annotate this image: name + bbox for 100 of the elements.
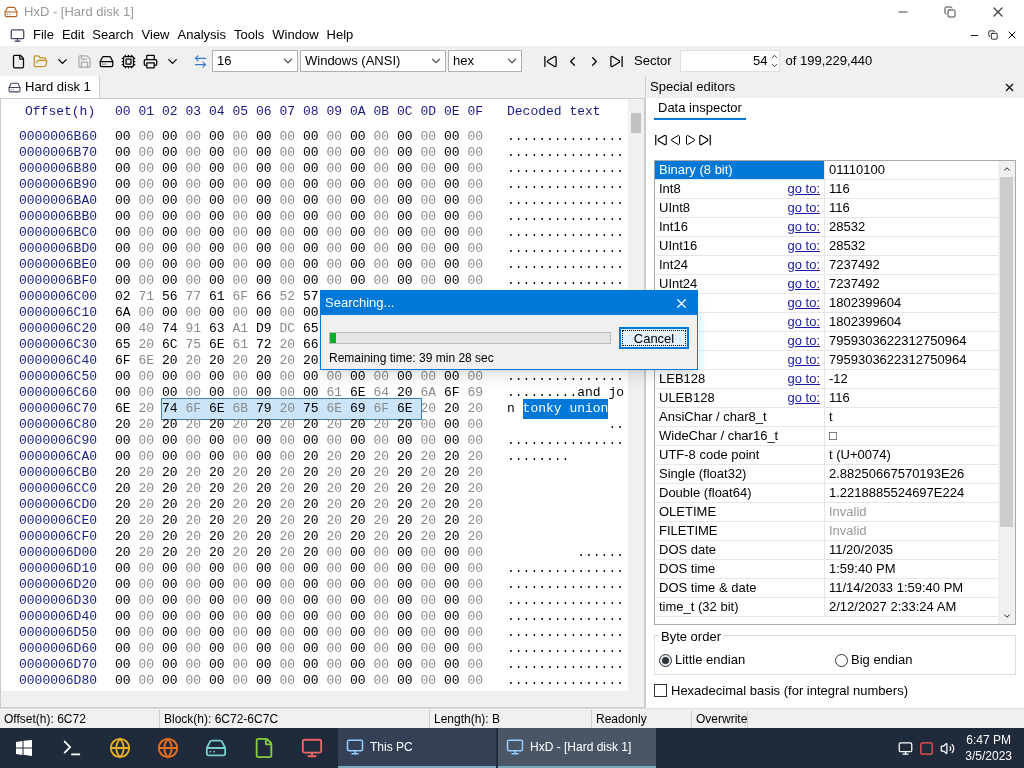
field-value: 11/20/2035 xyxy=(828,541,894,560)
decoded-text: ............... xyxy=(507,208,625,227)
decoded-text: ............... xyxy=(507,656,625,675)
scroll-up-icon[interactable] xyxy=(1001,164,1012,174)
menu-item[interactable]: Search xyxy=(88,25,138,45)
menu-item[interactable]: Edit xyxy=(57,25,89,45)
cancel-button[interactable]: Cancel xyxy=(619,327,689,349)
column-header: 08 xyxy=(303,103,320,122)
document-tab[interactable]: Hard disk 1 xyxy=(0,76,100,98)
menu-item[interactable]: View xyxy=(137,25,174,45)
menu-item[interactable]: Analysis xyxy=(173,25,230,45)
tray-icon[interactable] xyxy=(898,740,914,756)
browser-icon[interactable] xyxy=(157,737,179,759)
decoded-text: ...... xyxy=(576,544,625,563)
radio-button[interactable] xyxy=(835,653,848,667)
field-label: UInt24 xyxy=(659,275,699,294)
column-header: 07 xyxy=(279,103,297,122)
decoded-text: ............... xyxy=(507,256,625,275)
taskbar-window[interactable]: This PC xyxy=(338,728,496,768)
display-icon[interactable] xyxy=(301,737,323,759)
decoded-text: ........ xyxy=(507,448,570,467)
first-icon[interactable] xyxy=(654,133,668,147)
menu-item[interactable]: File xyxy=(29,25,58,45)
column-header: 0A xyxy=(350,103,367,122)
column-header: 05 xyxy=(232,103,250,122)
field-label: Int16 xyxy=(659,218,689,237)
column-header: 0B xyxy=(373,103,391,122)
go-to-link[interactable]: go to: xyxy=(787,312,820,332)
decoded-text: ............... xyxy=(507,576,625,595)
sector-field[interactable]: 54 xyxy=(679,50,780,72)
field-label: AnsiChar / char8_t xyxy=(659,408,768,427)
go-to-link[interactable]: go to: xyxy=(787,388,820,408)
window-title: HxD - [Hard disk 1] xyxy=(24,3,134,22)
field-value: 7237492 xyxy=(828,275,880,294)
offset-label: 0000006BC0 xyxy=(18,224,98,243)
vertical-scrollbar[interactable] xyxy=(998,161,1015,624)
offset-label: 0000006CD0 xyxy=(18,496,98,515)
decoded-text: ............... xyxy=(507,272,625,291)
offset-label: 0000006BF0 xyxy=(18,272,98,291)
spin-down-icon[interactable] xyxy=(769,61,779,70)
field-value: □ xyxy=(828,427,837,446)
go-to-link[interactable]: go to: xyxy=(787,350,820,370)
go-to-link[interactable]: go to: xyxy=(787,369,820,389)
drive-icon[interactable] xyxy=(205,737,227,759)
restore-icon[interactable] xyxy=(988,30,998,40)
taskbar-window[interactable]: HxD - [Hard disk 1] xyxy=(498,728,656,768)
column-header: 00 xyxy=(115,103,132,122)
radio-label[interactable]: Big endian xyxy=(851,650,913,670)
volume-icon[interactable] xyxy=(940,740,956,756)
field-value: 1802399604 xyxy=(828,313,902,332)
menu-item[interactable]: Tools xyxy=(229,25,269,45)
go-to-link[interactable]: go to: xyxy=(787,255,820,275)
window-icon xyxy=(506,738,524,756)
decoded-text: ............... xyxy=(507,432,625,451)
next-icon[interactable] xyxy=(684,134,696,146)
column-header: 04 xyxy=(209,103,226,122)
offset-label: 0000006C00 xyxy=(18,288,98,307)
field-label: UInt16 xyxy=(659,237,699,256)
decoded-text: ............... xyxy=(507,192,625,211)
menu-item[interactable]: Window xyxy=(268,25,323,45)
checkbox-label[interactable]: Hexadecimal basis (for integral numbers) xyxy=(671,681,908,701)
offset-base-select[interactable]: hex xyxy=(448,50,522,72)
inspector-tab[interactable]: Data inspector xyxy=(654,98,746,120)
horizontal-scrollbar[interactable] xyxy=(1,691,628,707)
byte-group: 74 6F 6E 6B 79 20 75 6E 69 6F 6E xyxy=(162,399,421,419)
go-to-link[interactable]: go to: xyxy=(787,198,820,218)
go-to-link[interactable]: go to: xyxy=(787,236,820,256)
offset-label: 0000006D30 xyxy=(18,592,98,611)
field-value: 116 xyxy=(828,199,850,218)
decoded-text: ............... xyxy=(507,560,625,579)
radio-button[interactable] xyxy=(659,653,672,667)
go-to-link[interactable]: go to: xyxy=(787,293,820,313)
clock-time: 6:47 PM xyxy=(966,732,1011,748)
go-to-link[interactable]: go to: xyxy=(787,217,820,237)
offset-label: 0000006BB0 xyxy=(18,208,98,227)
go-to-link[interactable]: go to: xyxy=(787,274,820,294)
offset-label: 0000006C90 xyxy=(18,432,98,451)
spin-up-icon[interactable] xyxy=(769,52,779,61)
bytes-per-row-select[interactable]: 16 xyxy=(212,50,298,72)
menu-item[interactable]: Help xyxy=(322,25,358,45)
offset-label: 0000006B60 xyxy=(18,128,98,147)
radio-label[interactable]: Little endian xyxy=(675,650,746,670)
browser-icon[interactable] xyxy=(109,737,131,759)
remaining-time: Remaining time: 39 min 28 sec xyxy=(328,350,495,367)
field-value: t xyxy=(828,408,833,427)
close-icon[interactable] xyxy=(1006,29,1018,41)
checkbox[interactable] xyxy=(654,684,667,698)
charset-select[interactable]: Windows (ANSI) xyxy=(300,50,446,72)
field-value: Invalid xyxy=(828,522,867,541)
status-text: Offset(h): 6C72 xyxy=(0,709,160,728)
status-text: Overwrite xyxy=(692,709,749,728)
decoded-text: ............... xyxy=(507,672,625,691)
offset-label: 0000006C40 xyxy=(18,352,98,371)
go-to-link[interactable]: go to: xyxy=(787,179,820,199)
go-to-link[interactable]: go to: xyxy=(787,331,820,351)
field-value: 2.88250667570193E26 xyxy=(828,465,965,484)
last-icon[interactable] xyxy=(698,133,712,147)
previous-icon[interactable] xyxy=(670,134,682,146)
scroll-down-icon[interactable] xyxy=(1001,611,1012,621)
field-value: 11/14/2033 1:59:40 PM xyxy=(828,579,964,598)
